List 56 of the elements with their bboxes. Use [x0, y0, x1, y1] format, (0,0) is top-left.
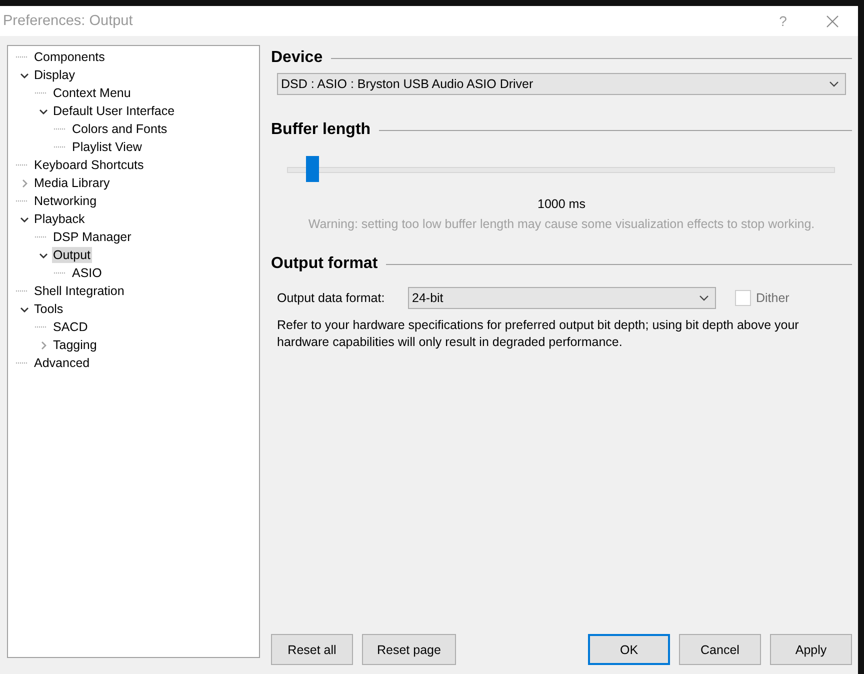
buffer-reading: 1000 ms: [536, 197, 586, 211]
tree-item[interactable]: ASIO: [71, 265, 103, 281]
chevron-down-icon: [699, 295, 709, 301]
tree-item[interactable]: Default User Interface: [52, 103, 176, 119]
tree-item[interactable]: Playback: [33, 211, 86, 227]
tree-item[interactable]: Tools: [33, 301, 64, 317]
chevron-down-icon[interactable]: [20, 214, 29, 224]
tree-item[interactable]: Networking: [33, 193, 98, 209]
tree-item[interactable]: Output: [52, 247, 92, 263]
field-label: Output data format:: [277, 291, 386, 305]
section-heading: Output format: [271, 255, 378, 273]
tree-line-icon: [16, 362, 28, 364]
tree-line-icon: [16, 56, 28, 58]
tree-line-icon: [35, 236, 47, 238]
dialog-button[interactable]: Reset page: [362, 634, 456, 665]
tree-item[interactable]: Context Menu: [52, 85, 132, 101]
tree-item[interactable]: Playlist View: [71, 139, 143, 155]
tree-item[interactable]: Shell Integration: [33, 283, 126, 299]
window-title: Preferences: Output: [3, 13, 134, 29]
tree-line-icon: [35, 92, 47, 94]
tree-item[interactable]: Display: [33, 67, 76, 83]
format-dropdown[interactable]: 24-bit: [408, 287, 716, 309]
tree-item[interactable]: Media Library: [33, 175, 111, 191]
tree-line-icon: [54, 146, 66, 148]
chevron-down-icon[interactable]: [20, 304, 29, 314]
section-heading: Device: [271, 49, 323, 67]
chevron-down-icon[interactable]: [39, 106, 48, 116]
chevron-down-icon: [829, 81, 839, 87]
tree-item[interactable]: Tagging: [52, 337, 98, 353]
tree-line-icon: [16, 200, 28, 202]
section-heading: Buffer length: [271, 121, 371, 139]
warning-text: Warning: setting too low buffer length may cause some visualization effects to stop working.: [307, 217, 816, 231]
tree-line-icon: [16, 290, 28, 292]
chevron-right-icon[interactable]: [39, 340, 48, 350]
tree-item[interactable]: Keyboard Shortcuts: [33, 157, 145, 173]
tree-line-icon: [54, 272, 66, 274]
chevron-down-icon[interactable]: [39, 250, 48, 260]
tree-item[interactable]: DSP Manager: [52, 229, 132, 245]
chevron-right-icon[interactable]: [20, 178, 29, 188]
tree-item[interactable]: Colors and Fonts: [71, 121, 168, 137]
chevron-down-icon[interactable]: [20, 70, 29, 80]
tree-item[interactable]: Components: [33, 49, 106, 65]
tree-line-icon: [16, 164, 28, 166]
tree-item[interactable]: SACD: [52, 319, 89, 335]
dialog-button[interactable]: OK: [588, 634, 670, 665]
dialog-button[interactable]: Cancel: [679, 634, 761, 665]
dialog-button[interactable]: Reset all: [271, 634, 353, 665]
tree-line-icon: [54, 128, 66, 130]
checkbox-label: Dither: [756, 291, 790, 305]
device-dropdown[interactable]: DSD : ASIO : Bryston USB Audio ASIO Driver: [277, 73, 846, 95]
tree-item[interactable]: Advanced: [33, 355, 91, 371]
dialog-button[interactable]: Apply: [770, 634, 852, 665]
note-text: Refer to your hardware specifications for preferred output bit depth; using bit depth above your hardware capabilities will only result in degraded performance.: [277, 317, 800, 351]
tree-line-icon: [35, 326, 47, 328]
close-icon: [826, 14, 838, 28]
slider-thumb[interactable]: [306, 156, 319, 182]
